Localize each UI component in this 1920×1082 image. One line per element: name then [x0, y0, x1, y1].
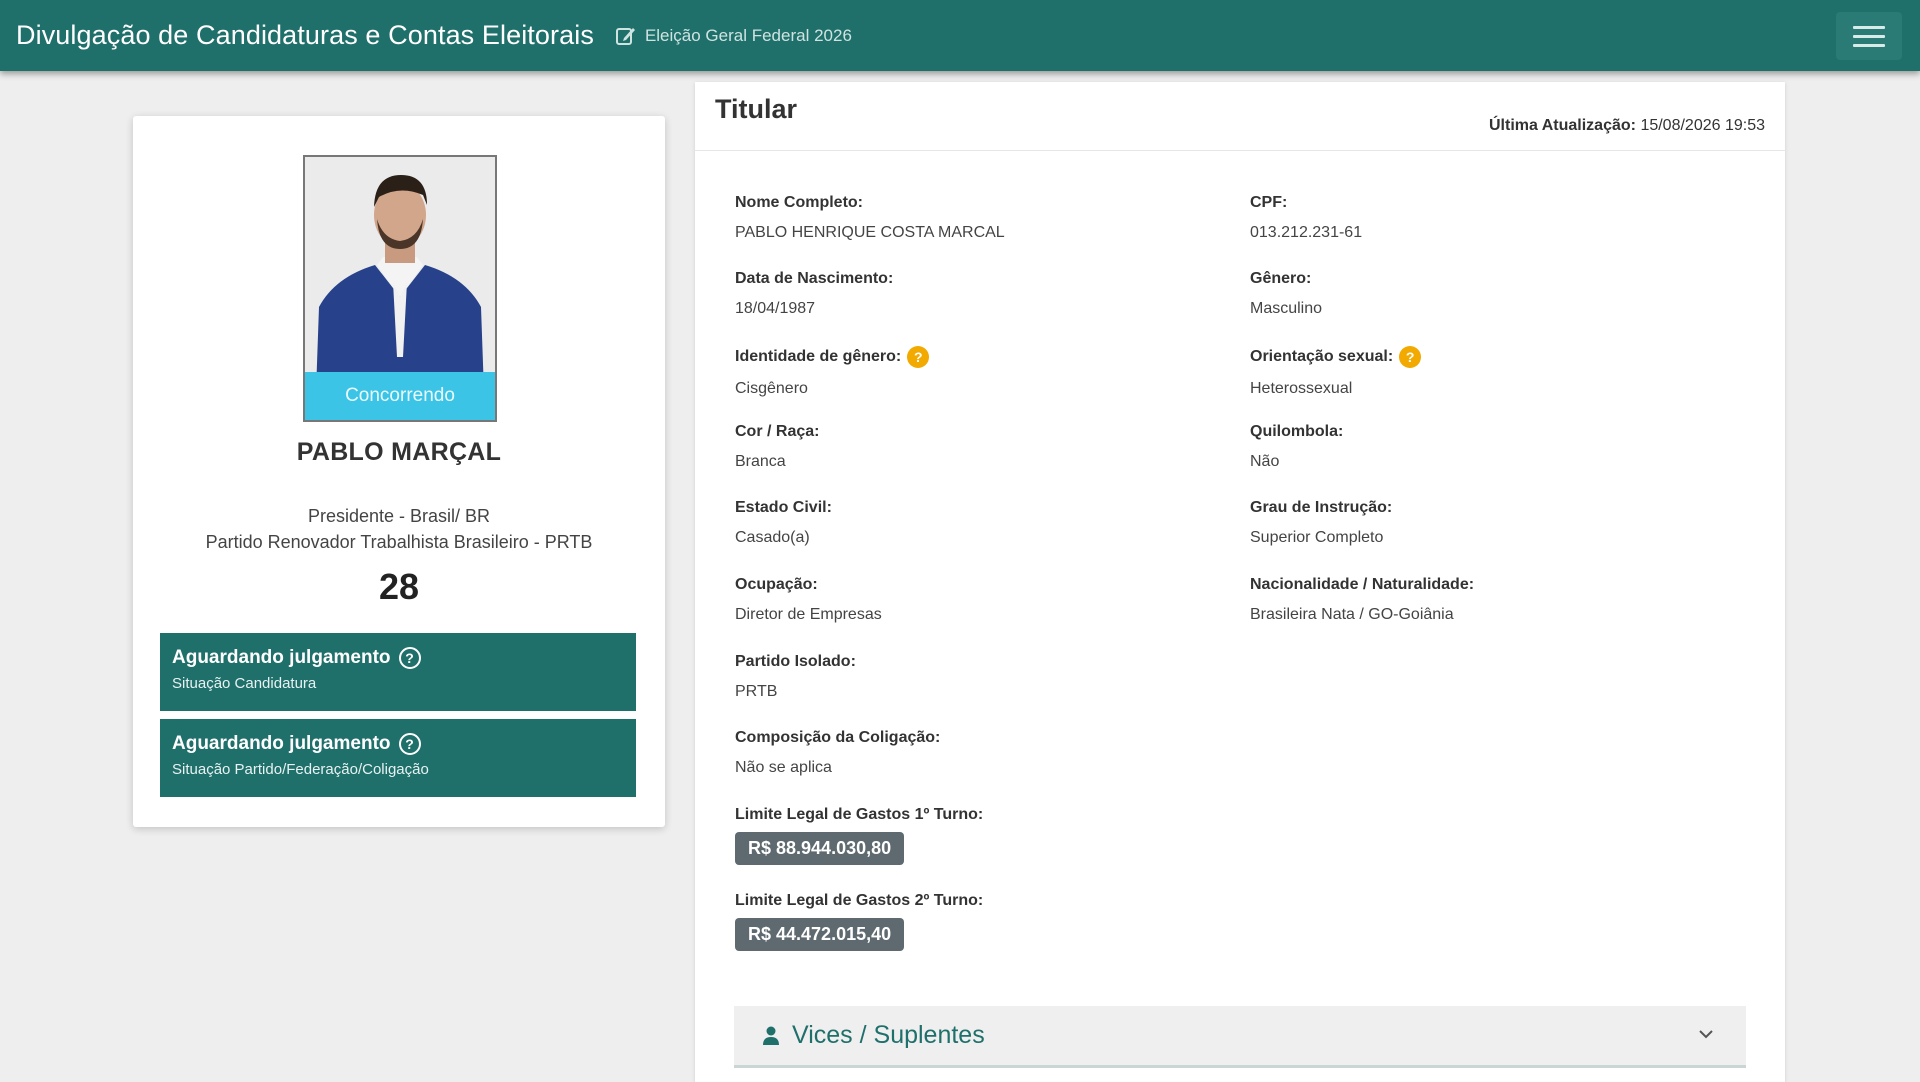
field-label-text: Orientação sexual:	[1250, 348, 1394, 365]
field-composicao-coligacao: Composição da Coligação: Não se aplica	[735, 729, 940, 777]
panel-title: Titular	[715, 94, 798, 124]
photo-status-badge: Concorrendo	[305, 372, 495, 420]
field-value: PABLO HENRIQUE COSTA MARCAL	[735, 224, 1005, 241]
status-title: Aguardando julgamento	[172, 733, 391, 754]
field-limite-gastos-1-turno: Limite Legal de Gastos 1º Turno: R$ 88.9…	[735, 806, 983, 865]
field-value: Não se aplica	[735, 759, 832, 776]
field-label: Composição da Coligação:	[735, 729, 941, 746]
money-chip: R$ 44.472.015,40	[735, 918, 905, 951]
person-icon	[763, 1026, 779, 1045]
field-value: Branca	[735, 453, 786, 470]
field-label: Limite Legal de Gastos 2º Turno:	[735, 892, 984, 909]
help-warning-icon[interactable]: ?	[907, 346, 930, 368]
last-update-value: 15/08/2026 19:53	[1640, 117, 1765, 134]
panel-header: Titular Última Atualização: 15/08/2026 1…	[695, 82, 1785, 151]
field-ocupacao: Ocupação: Diretor de Empresas	[735, 576, 882, 624]
last-update: Última Atualização: 15/08/2026 19:53	[1489, 117, 1765, 135]
hamburger-menu-icon	[1853, 25, 1885, 29]
field-quilombola: Quilombola: Não	[1250, 423, 1343, 471]
candidate-photo: Concorrendo	[303, 155, 497, 422]
field-identidade-genero: Identidade de gênero: ? Cisgênero	[735, 346, 930, 398]
chevron-down-icon	[1699, 1030, 1713, 1039]
candidate-office: Presidente - Brasil/ BR	[307, 506, 491, 526]
field-label-text: Identidade de gênero:	[735, 348, 902, 365]
field-label: Identidade de gênero: ?	[735, 346, 930, 368]
hamburger-line	[1853, 43, 1885, 47]
top-app-bar: Divulgação de Candidaturas e Contas Elei…	[0, 0, 1920, 71]
field-value: Masculino	[1250, 300, 1323, 317]
field-value: Cisgênero	[735, 380, 808, 397]
field-cpf: CPF: 013.212.231-61	[1250, 194, 1362, 242]
help-icon[interactable]: ?	[398, 647, 421, 669]
field-nacionalidade: Nacionalidade / Naturalidade: Brasileira…	[1250, 576, 1474, 624]
election-label: Eleição Geral Federal 2026	[644, 25, 852, 45]
status-candidatura: Aguardando julgamento ? Situação Candida…	[160, 633, 636, 711]
field-partido-isolado: Partido Isolado: PRTB	[735, 653, 856, 701]
field-label: Limite Legal de Gastos 1º Turno:	[735, 806, 984, 823]
money-chip: R$ 88.944.030,80	[735, 832, 905, 865]
field-value: Casado(a)	[735, 529, 810, 546]
field-label: Partido Isolado:	[735, 653, 856, 670]
field-label: CPF:	[1250, 194, 1288, 211]
field-label: Gênero:	[1250, 270, 1312, 287]
last-update-label: Última Atualização:	[1488, 117, 1636, 134]
candidate-name: PABLO MARÇAL	[296, 438, 502, 466]
field-limite-gastos-2-turno: Limite Legal de Gastos 2º Turno: R$ 44.4…	[735, 892, 983, 951]
field-value: Heterossexual	[1250, 380, 1353, 397]
election-selector[interactable]: Eleição Geral Federal 2026	[614, 24, 852, 48]
field-label: Grau de Instrução:	[1250, 499, 1393, 516]
field-genero: Gênero: Masculino	[1250, 270, 1322, 318]
help-warning-icon[interactable]: ?	[1399, 346, 1422, 368]
field-label: Ocupação:	[735, 576, 818, 593]
edit-icon	[615, 27, 635, 45]
candidate-number: 28	[378, 566, 420, 607]
field-value: 013.212.231-61	[1250, 224, 1363, 241]
field-estado-civil: Estado Civil: Casado(a)	[735, 499, 832, 547]
field-nome-completo: Nome Completo: PABLO HENRIQUE COSTA MARC…	[735, 194, 1005, 242]
vices-label: Vices / Suplentes	[792, 1021, 985, 1049]
hamburger-menu-button[interactable]	[1836, 12, 1902, 60]
field-label: Orientação sexual: ?	[1250, 346, 1422, 368]
status-partido: Aguardando julgamento ? Situação Partido…	[160, 719, 636, 797]
field-label: Quilombola:	[1250, 423, 1344, 440]
field-value: 18/04/1987	[735, 300, 816, 317]
field-label: Nome Completo:	[735, 194, 863, 211]
field-data-nascimento: Data de Nascimento: 18/04/1987	[735, 270, 893, 318]
field-value: Brasileira Nata / GO-Goiânia	[1250, 606, 1454, 623]
status-subtitle: Situação Partido/Federação/Coligação	[172, 761, 429, 778]
field-label: Estado Civil:	[735, 499, 832, 516]
status-subtitle: Situação Candidatura	[172, 675, 317, 692]
app-title[interactable]: Divulgação de Candidaturas e Contas Elei…	[16, 20, 594, 51]
field-label: Data de Nascimento:	[735, 270, 894, 287]
vices-suplentes-accordion[interactable]: Vices / Suplentes	[734, 1006, 1746, 1068]
field-label: Nacionalidade / Naturalidade:	[1250, 576, 1475, 593]
field-orientacao-sexual: Orientação sexual: ? Heterossexual	[1250, 346, 1422, 398]
field-value: Superior Completo	[1250, 529, 1384, 546]
hamburger-line	[1853, 34, 1885, 38]
status-title: Aguardando julgamento	[172, 647, 391, 668]
field-value: Diretor de Empresas	[735, 606, 882, 623]
candidate-card: Concorrendo PABLO MARÇAL Presidente - Br…	[133, 116, 665, 827]
field-value: Não	[1250, 453, 1280, 470]
candidate-party: Partido Renovador Trabalhista Brasileiro…	[205, 532, 593, 552]
field-label: Cor / Raça:	[735, 423, 820, 440]
help-icon[interactable]: ?	[398, 733, 421, 755]
titular-panel: Titular Última Atualização: 15/08/2026 1…	[695, 82, 1785, 1082]
field-grau-instrucao: Grau de Instrução: Superior Completo	[1250, 499, 1392, 547]
field-value: PRTB	[735, 683, 778, 700]
field-cor-raca: Cor / Raça: Branca	[735, 423, 819, 471]
